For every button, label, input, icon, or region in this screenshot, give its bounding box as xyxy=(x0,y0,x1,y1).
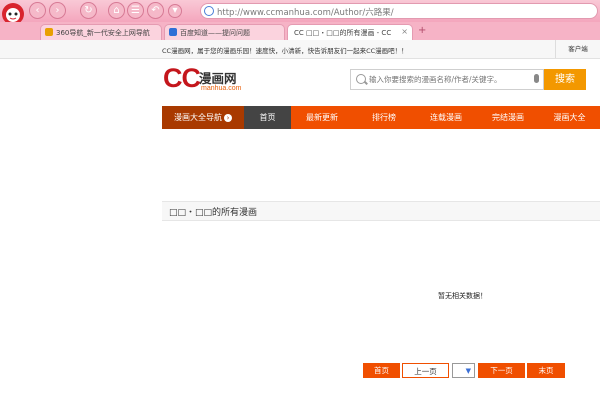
mic-icon[interactable] xyxy=(534,74,539,83)
nav-item-catalog[interactable]: 漫画大全导航 › xyxy=(162,106,244,129)
site-topbar: CC漫画网，属于您的漫画乐园！速度快，小清新，快告诉朋友们一起来CC漫画吧！！ … xyxy=(0,40,600,59)
prev-page-button[interactable]: 上一页 xyxy=(402,363,449,378)
home-icon[interactable]: ⌂ xyxy=(108,2,125,19)
nav-item-serial[interactable]: 连载漫画 xyxy=(415,106,477,129)
search-input[interactable] xyxy=(369,72,519,87)
browser-toolbar: ‹ › ↻ ⌂ ☰ ↶ ▾ http://www.ccmanhua.com/Au… xyxy=(0,0,600,25)
site-notice: CC漫画网，属于您的漫画乐园！速度快，小清新，快告诉朋友们一起来CC漫画吧！！ xyxy=(162,47,408,55)
site-logo[interactable]: CC 漫画网 manhua.com xyxy=(163,63,243,96)
close-icon[interactable]: × xyxy=(401,27,408,36)
section-title: □□・□□的所有漫画 xyxy=(169,208,258,218)
last-page-button[interactable]: 末页 xyxy=(527,363,565,378)
refresh-icon[interactable]: ↻ xyxy=(80,2,97,19)
dropdown-icon[interactable]: ▾ xyxy=(168,4,182,18)
search-box xyxy=(350,69,544,90)
nav-item-completed[interactable]: 完结漫画 xyxy=(477,106,539,129)
menu-icon[interactable]: ☰ xyxy=(127,2,144,19)
chevron-right-icon: › xyxy=(224,113,232,122)
chevron-down-icon: ▼ xyxy=(465,367,471,375)
client-link[interactable]: 客户端 xyxy=(555,40,600,58)
address-bar[interactable]: http://www.ccmanhua.com/Author/六路果/ xyxy=(200,3,598,19)
tab-label: 百度知道——提问问题 xyxy=(180,29,250,37)
nav-item-home[interactable]: 首页 xyxy=(244,106,291,129)
next-page-button[interactable]: 下一页 xyxy=(478,363,525,378)
main-nav: 漫画大全导航 › 首页 最新更新 排行榜 连载漫画 完结漫画 漫画大全 xyxy=(162,106,600,129)
forward-icon[interactable]: › xyxy=(49,2,66,19)
section-header: □□・□□的所有漫画 xyxy=(162,201,600,221)
tab-label: 360导航_新一代安全上网导航 xyxy=(56,29,150,37)
nav-label: 漫画大全导航 xyxy=(174,113,222,122)
tab-baidu[interactable]: 百度知道——提问问题 xyxy=(164,24,285,40)
tab-favicon-icon xyxy=(169,28,177,36)
first-page-button[interactable]: 首页 xyxy=(363,363,400,378)
address-url[interactable]: http://www.ccmanhua.com/Author/六路果/ xyxy=(217,6,394,18)
page-select[interactable]: ▼ xyxy=(452,363,475,378)
new-tab-button[interactable]: + xyxy=(418,25,426,36)
tab-ccmanhua[interactable]: CC □□・□□的所有漫画 - CC × xyxy=(287,24,413,40)
undo-icon[interactable]: ↶ xyxy=(147,2,164,19)
search-button[interactable]: 搜索 xyxy=(544,69,586,90)
back-icon[interactable]: ‹ xyxy=(29,2,46,19)
nav-item-latest[interactable]: 最新更新 xyxy=(291,106,353,129)
logo-domain: manhua.com xyxy=(201,85,242,92)
nav-item-ranking[interactable]: 排行榜 xyxy=(353,106,415,129)
nav-item-all[interactable]: 漫画大全 xyxy=(539,106,600,129)
empty-message: 暂无相关数据！ xyxy=(438,292,487,300)
tab-favicon-icon xyxy=(45,28,53,36)
tab-strip: 360导航_新一代安全上网导航 百度知道——提问问题 CC □□・□□的所有漫画… xyxy=(0,22,600,58)
tab-360[interactable]: 360导航_新一代安全上网导航 xyxy=(40,24,162,40)
logo-cc: CC xyxy=(163,63,201,93)
search-icon xyxy=(356,74,366,84)
tab-label: CC □□・□□的所有漫画 - CC xyxy=(294,29,392,37)
globe-icon xyxy=(204,6,214,16)
